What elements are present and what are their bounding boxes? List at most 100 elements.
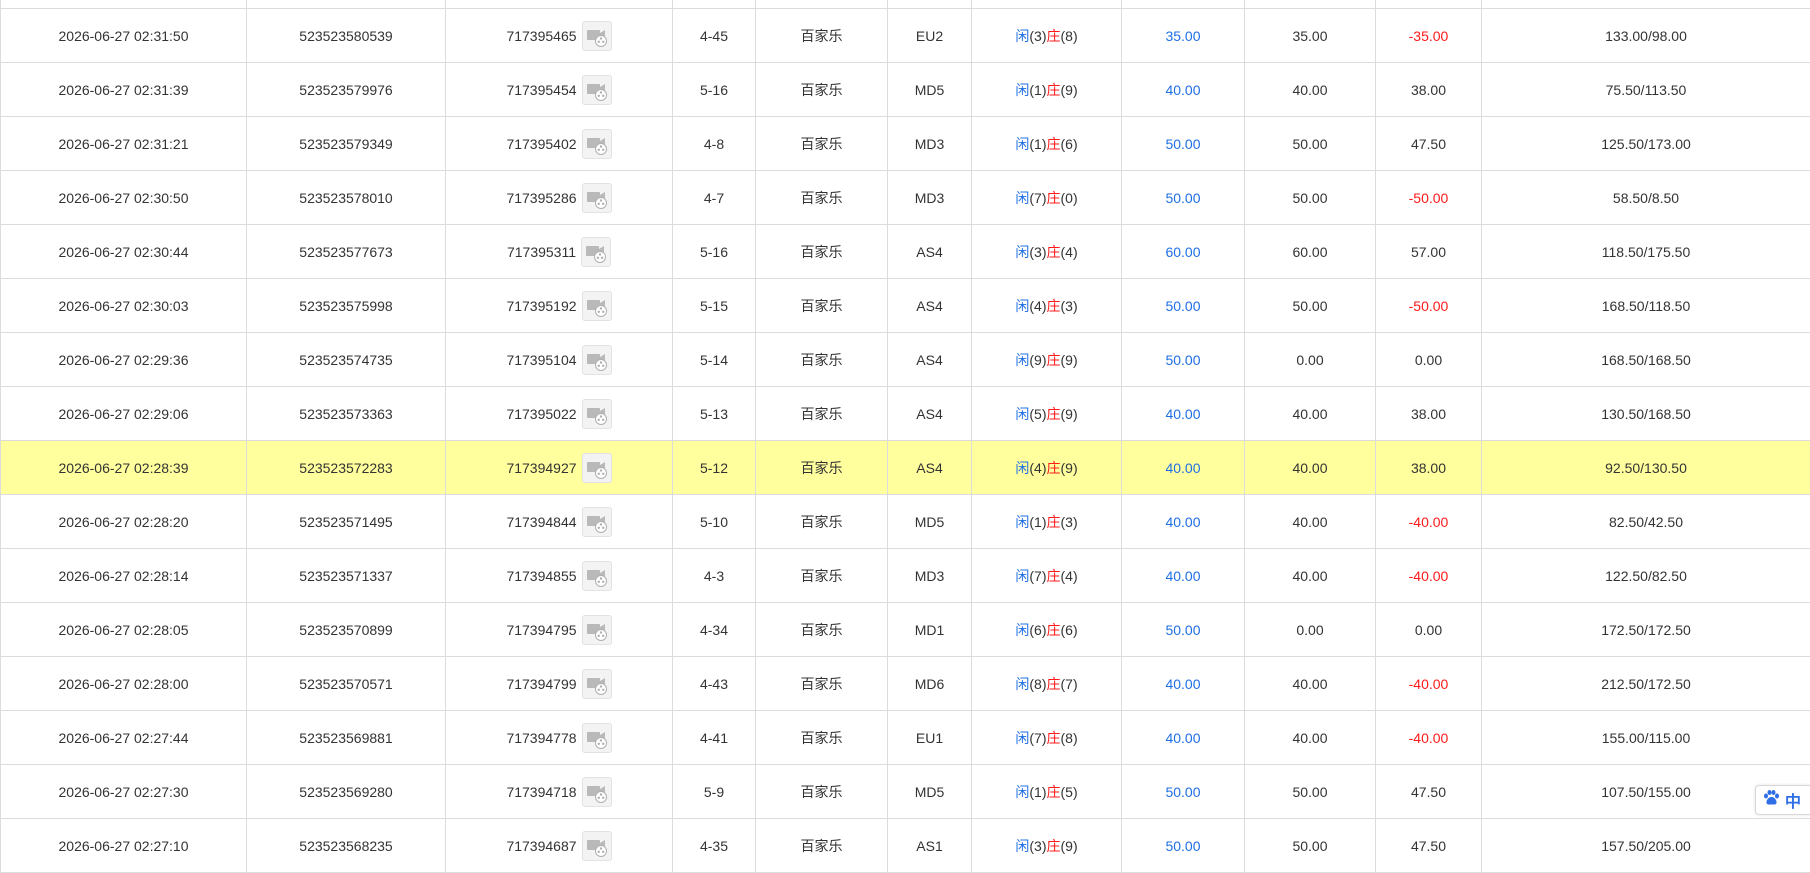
table-row: 2026-06-27 02:31:50 523523580539 717395465… xyxy=(0,8,1810,63)
banker-points: (9) xyxy=(1060,405,1078,422)
player-label: 闲 xyxy=(1015,243,1030,260)
banker-label: 庄 xyxy=(1046,513,1061,530)
baidu-paw-icon xyxy=(1762,789,1780,812)
video-replay-icon[interactable] xyxy=(581,74,612,105)
round-number-text: 717394844 xyxy=(506,513,577,530)
video-replay-icon[interactable] xyxy=(581,722,612,753)
game-type-cell: 百家乐 xyxy=(755,710,888,765)
video-replay-icon[interactable] xyxy=(581,560,612,591)
win-loss-cell: -35.00 xyxy=(1375,8,1482,63)
video-replay-icon[interactable] xyxy=(581,506,612,537)
banker-label: 庄 xyxy=(1046,297,1061,314)
game-type-cell: 百家乐 xyxy=(755,656,888,711)
result-cell: 闲(7)庄(4) xyxy=(971,548,1122,603)
round-number-group: 717395465 xyxy=(506,20,612,51)
video-replay-icon[interactable] xyxy=(581,776,612,807)
video-replay-icon[interactable] xyxy=(581,452,612,483)
round-number-group: 717395104 xyxy=(506,344,612,375)
valid-bet-cell: 50.00 xyxy=(1244,818,1376,873)
win-loss-cell: 47.50 xyxy=(1375,818,1482,873)
shoe-hand-cell xyxy=(672,0,756,9)
banker-label: 庄 xyxy=(1046,459,1061,476)
game-type-cell: 百家乐 xyxy=(755,278,888,333)
balance-cell: 118.50/175.50 xyxy=(1481,224,1810,279)
result-cell: 闲(1)庄(6) xyxy=(971,116,1122,171)
player-points: (3) xyxy=(1029,27,1047,44)
round-number-text: 717395454 xyxy=(506,81,577,98)
round-number-group: 717395286 xyxy=(506,182,612,213)
bet-number-cell: 523523575998 xyxy=(246,278,446,333)
win-loss-cell: 47.50 xyxy=(1375,116,1482,171)
video-replay-icon[interactable] xyxy=(581,128,612,159)
ime-indicator[interactable]: 中 xyxy=(1755,785,1810,815)
banker-label: 庄 xyxy=(1046,81,1061,98)
video-replay-icon[interactable] xyxy=(581,20,612,51)
banker-points: (5) xyxy=(1060,783,1078,800)
round-number-cell: 717395022 xyxy=(445,386,673,441)
round-number-text: 717395022 xyxy=(506,405,577,422)
bet-amount-cell: 40.00 xyxy=(1121,548,1245,603)
bet-amount-cell: 60.00 xyxy=(1121,224,1245,279)
win-loss-cell: 38.00 xyxy=(1375,440,1482,495)
round-number-cell: 717395465 xyxy=(445,8,673,63)
video-replay-icon[interactable] xyxy=(581,830,612,861)
player-label: 闲 xyxy=(1015,729,1030,746)
table-code-cell: MD3 xyxy=(887,116,972,171)
video-replay-icon[interactable] xyxy=(581,614,612,645)
player-label: 闲 xyxy=(1015,675,1030,692)
bet-time-cell: 2026-06-27 02:28:05 xyxy=(0,602,247,657)
bet-time-cell: 2026-06-27 02:30:03 xyxy=(0,278,247,333)
valid-bet-cell: 50.00 xyxy=(1244,170,1376,225)
banker-points: (6) xyxy=(1060,135,1078,152)
valid-bet-cell: 40.00 xyxy=(1244,656,1376,711)
game-type-cell: 百家乐 xyxy=(755,602,888,657)
bet-time-cell: 2026-06-27 02:29:06 xyxy=(0,386,247,441)
game-type-cell: 百家乐 xyxy=(755,332,888,387)
round-number-text: 717395192 xyxy=(506,297,577,314)
video-replay-icon[interactable] xyxy=(581,182,612,213)
bet-number-cell: 523523571495 xyxy=(246,494,446,549)
round-number-cell: 717394778 xyxy=(445,710,673,765)
result-cell: 闲(5)庄(9) xyxy=(971,386,1122,441)
player-points: (7) xyxy=(1029,567,1047,584)
banker-label: 庄 xyxy=(1046,675,1061,692)
round-number-text: 717394687 xyxy=(506,837,577,854)
bet-number-cell: 523523571337 xyxy=(246,548,446,603)
table-row: 2026-06-27 02:30:03 523523575998 717395192… xyxy=(0,278,1810,333)
banker-points: (4) xyxy=(1060,243,1078,260)
player-label: 闲 xyxy=(1015,513,1030,530)
banker-label: 庄 xyxy=(1046,135,1061,152)
round-number-group: 717395192 xyxy=(506,290,612,321)
round-number-group: 717394687 xyxy=(506,830,612,861)
win-loss-cell: -40.00 xyxy=(1375,548,1482,603)
video-replay-icon[interactable] xyxy=(581,236,612,267)
player-points: (4) xyxy=(1029,297,1047,314)
round-number-group: 717394778 xyxy=(506,722,612,753)
shoe-hand-cell: 4-8 xyxy=(672,116,756,171)
valid-bet-cell: 40.00 xyxy=(1244,62,1376,117)
video-replay-icon[interactable] xyxy=(581,398,612,429)
video-replay-icon[interactable] xyxy=(581,344,612,375)
bet-time-cell: 2026-06-27 02:27:30 xyxy=(0,764,247,819)
game-type-cell: 百家乐 xyxy=(755,170,888,225)
round-number-text: 717394795 xyxy=(506,621,577,638)
video-replay-icon[interactable] xyxy=(581,290,612,321)
table-code-cell: MD5 xyxy=(887,764,972,819)
table-row: 2026-06-27 02:29:06 523523573363 717395022… xyxy=(0,386,1810,441)
result-cell: 闲(7)庄(0) xyxy=(971,170,1122,225)
round-number-text: 717395465 xyxy=(506,27,577,44)
player-points: (4) xyxy=(1029,459,1047,476)
game-type-cell: 百家乐 xyxy=(755,548,888,603)
bet-number-cell: 523523577673 xyxy=(246,224,446,279)
bet-time-cell: 2026-06-27 02:28:20 xyxy=(0,494,247,549)
shoe-hand-cell: 4-3 xyxy=(672,548,756,603)
player-points: (5) xyxy=(1029,405,1047,422)
bet-number-cell xyxy=(246,0,446,9)
result-cell: 闲(8)庄(7) xyxy=(971,656,1122,711)
video-replay-icon[interactable] xyxy=(581,668,612,699)
banker-points: (3) xyxy=(1060,513,1078,530)
bet-records-table: 2026-06-27 02:31:50 523523580539 717395465… xyxy=(0,0,1810,873)
player-label: 闲 xyxy=(1015,351,1030,368)
bet-amount-cell: 50.00 xyxy=(1121,764,1245,819)
banker-label: 庄 xyxy=(1046,405,1061,422)
